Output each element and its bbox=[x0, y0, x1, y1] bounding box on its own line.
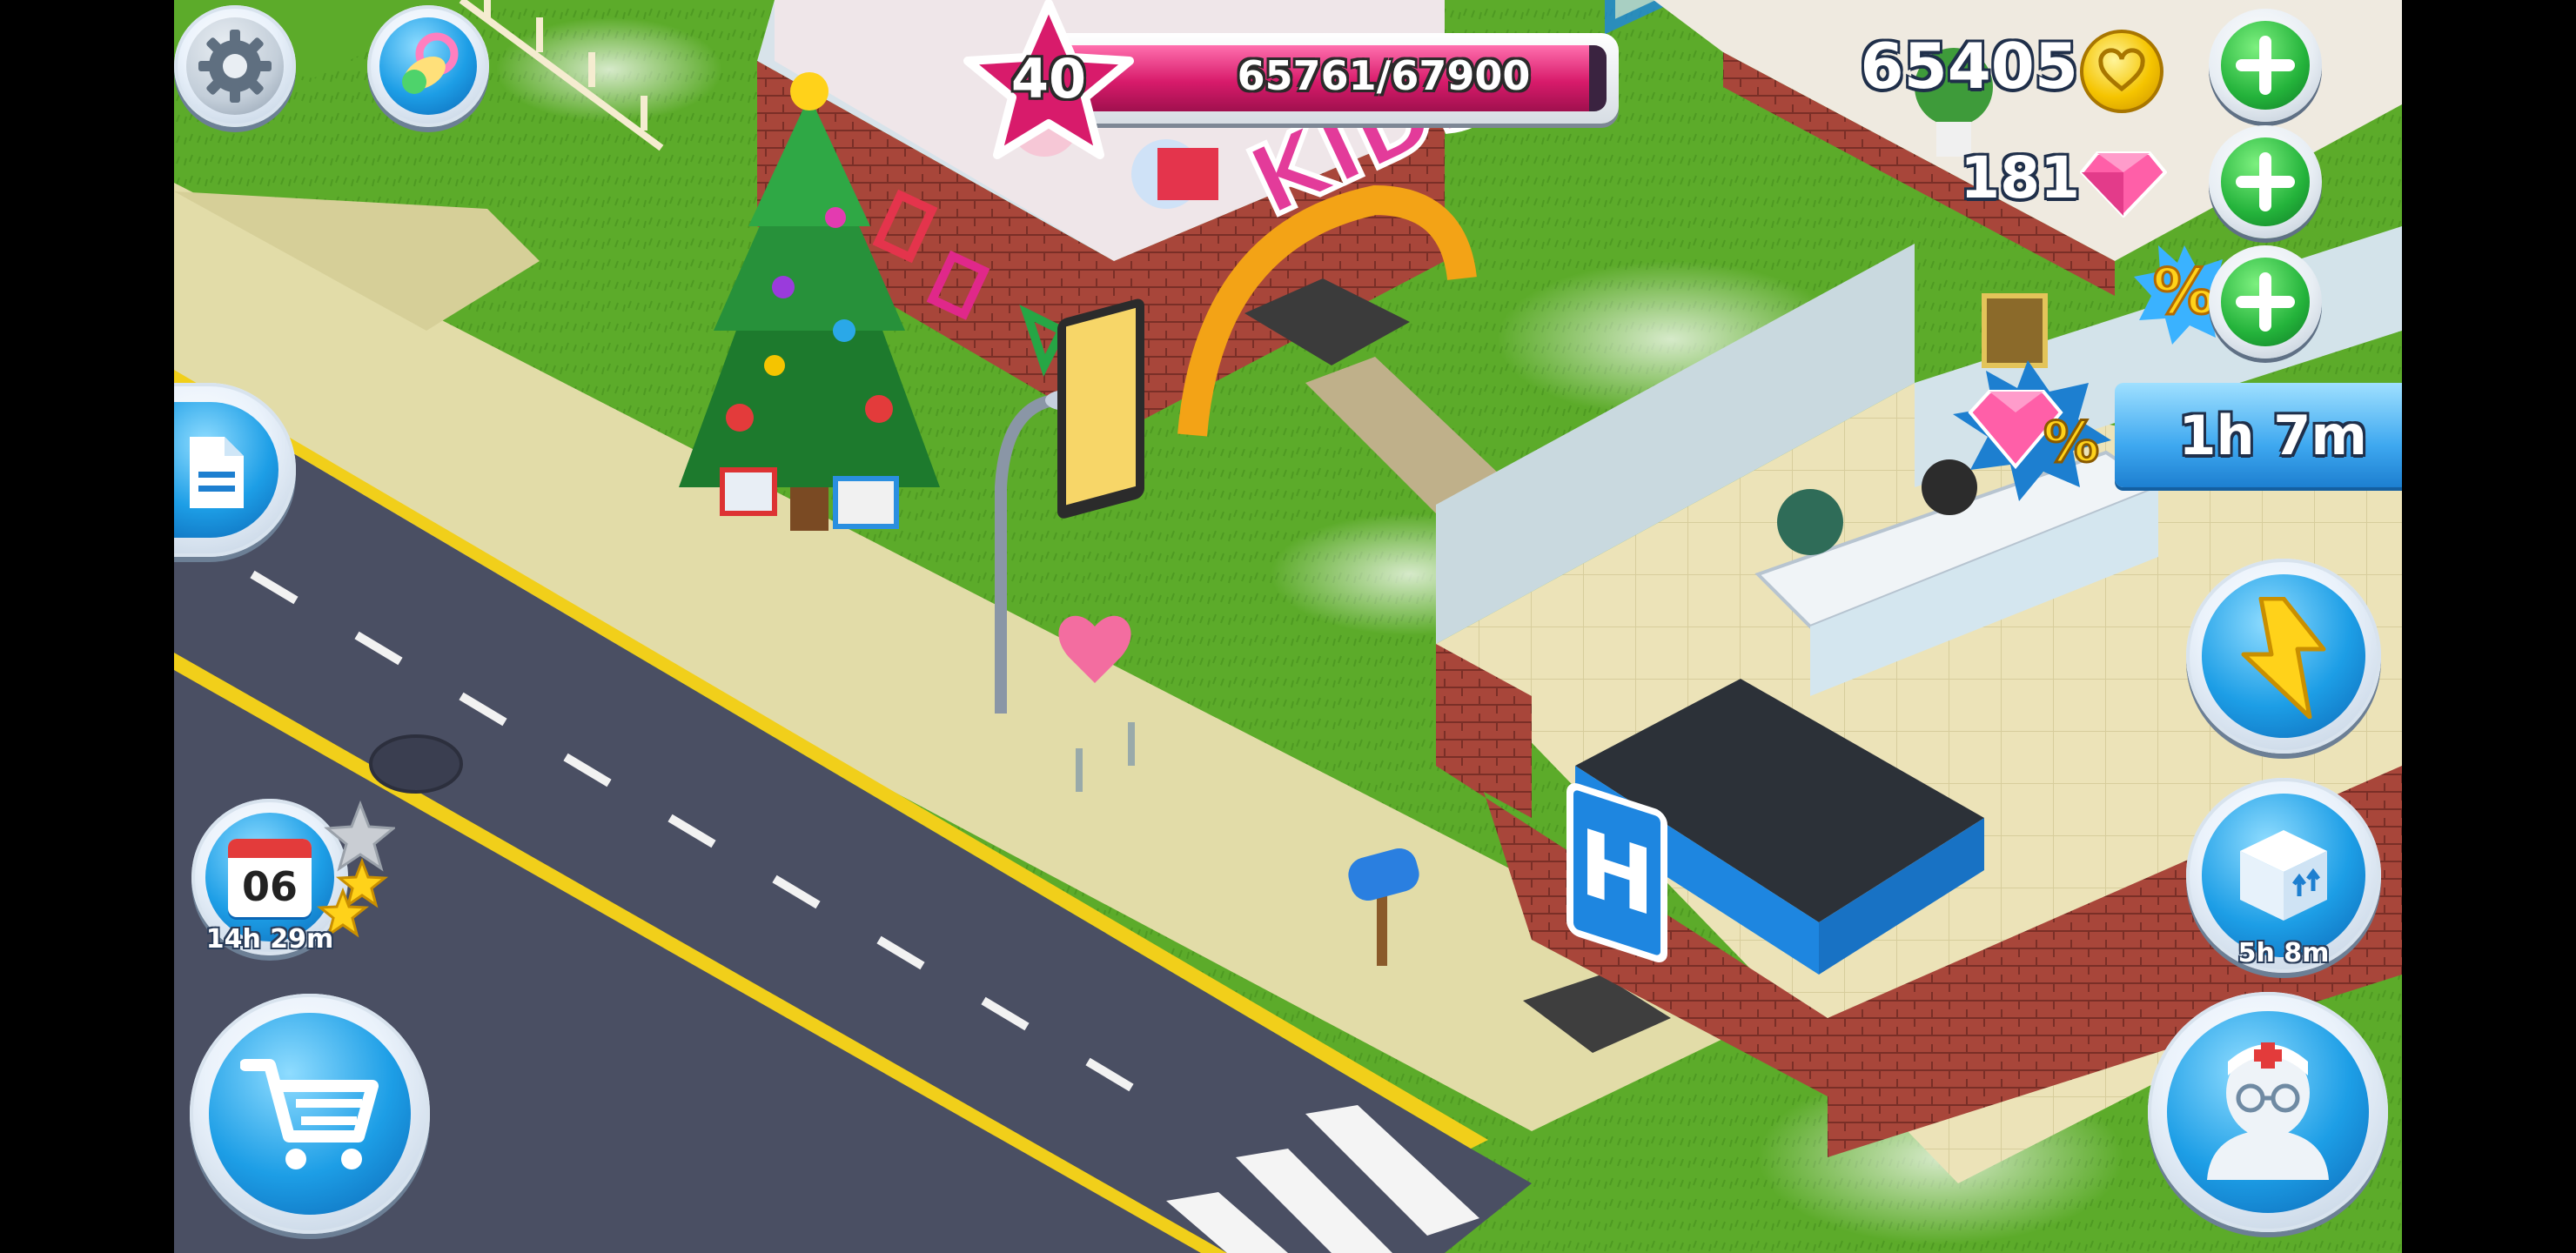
level-number: 40 bbox=[1010, 47, 1087, 111]
staff-button[interactable] bbox=[2148, 992, 2388, 1232]
game-viewport[interactable]: KIDS H 65761/67900 40 65405 181 % 1h 7m … bbox=[174, 0, 2402, 1253]
plus-icon bbox=[2236, 152, 2295, 211]
plus-icon bbox=[2236, 272, 2295, 332]
daily-stars bbox=[317, 801, 395, 938]
calendar-icon: 06 bbox=[228, 839, 312, 917]
gear-icon bbox=[198, 30, 272, 103]
delivery-timer: 5h 8m bbox=[2237, 938, 2330, 968]
xp-text: 65761/67900 bbox=[1237, 52, 1531, 99]
calendar-day: 06 bbox=[241, 863, 298, 910]
svg-text:%: % bbox=[2043, 411, 2099, 475]
gem-sale-timer: 1h 7m bbox=[2178, 404, 2367, 467]
add-gems-button[interactable] bbox=[2209, 125, 2322, 238]
hospital-sign: H bbox=[1566, 780, 1667, 966]
gem-sale-banner[interactable]: 1h 7m bbox=[2115, 383, 2402, 487]
boost-button[interactable] bbox=[2186, 559, 2381, 754]
level-star[interactable]: 40 bbox=[957, 0, 1140, 171]
add-coins-button[interactable] bbox=[2209, 9, 2322, 122]
shop-button[interactable] bbox=[190, 994, 430, 1234]
coins-value: 65405 bbox=[1860, 30, 2079, 103]
plus-icon bbox=[2236, 36, 2295, 95]
daily-timer: 14h 29m bbox=[205, 924, 334, 955]
add-special-button[interactable] bbox=[2209, 245, 2322, 358]
gems-display: 181 bbox=[1960, 132, 2176, 219]
gems-value: 181 bbox=[1960, 144, 2080, 211]
doctor-icon bbox=[2207, 1042, 2329, 1180]
gem-icon bbox=[2080, 151, 2167, 218]
box-delivery-icon bbox=[2240, 830, 2327, 921]
coin-icon bbox=[2080, 30, 2163, 113]
document-icon bbox=[190, 437, 244, 508]
hospital-sign-letter: H bbox=[1579, 807, 1655, 939]
shopping-cart-icon bbox=[240, 1059, 379, 1169]
gem-sale-icon: % bbox=[1941, 357, 2115, 505]
coins-display: 65405 bbox=[1861, 24, 2176, 113]
baby-button[interactable] bbox=[367, 5, 489, 127]
svg-text:%: % bbox=[2153, 255, 2216, 328]
settings-button[interactable] bbox=[174, 5, 296, 127]
lightning-bolt-icon bbox=[2241, 597, 2326, 719]
pacifier-icon bbox=[402, 32, 459, 94]
